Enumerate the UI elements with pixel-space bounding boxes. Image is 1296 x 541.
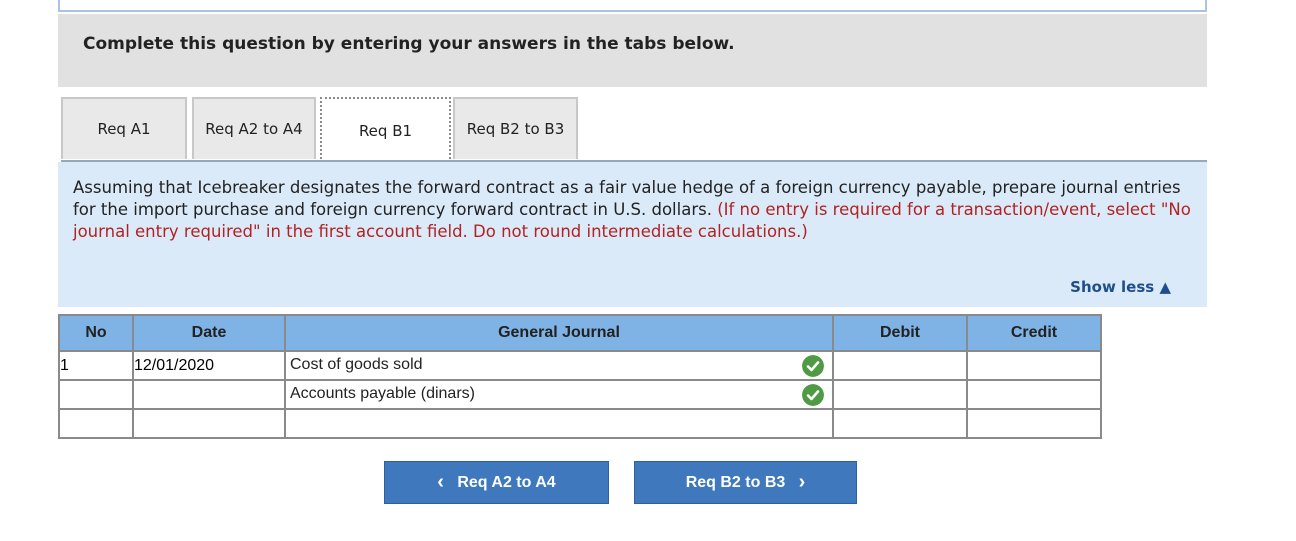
header-general-journal: General Journal [284, 314, 834, 352]
header-no: No [58, 314, 134, 352]
checkmark-icon [802, 355, 824, 377]
next-button-label: Req B2 to B3 [685, 473, 786, 491]
tab-req-a2-to-a4[interactable]: Req A2 to A4 [192, 97, 316, 159]
account-value: Cost of goods sold [290, 356, 423, 373]
general-journal-table: No Date General Journal Debit Credit 1 1… [58, 314, 1102, 439]
credit-input[interactable] [966, 379, 1102, 410]
chevron-right-icon: › [798, 471, 806, 493]
show-less-label: Show less [1070, 278, 1155, 296]
row-number [58, 408, 134, 439]
header-date: Date [132, 314, 286, 352]
show-less-link[interactable]: Show less ▲ [1070, 278, 1171, 296]
checkmark-icon [802, 384, 824, 406]
table-row: 1 12/01/2020 Cost of goods sold [58, 350, 1102, 381]
credit-input[interactable] [966, 350, 1102, 381]
account-select[interactable]: Accounts payable (dinars) [284, 379, 834, 410]
top-panel-edge [58, 0, 1207, 12]
header-credit: Credit [966, 314, 1102, 352]
table-row [58, 408, 1102, 439]
row-number [58, 379, 134, 410]
tab-req-b1[interactable]: Req B1 [320, 97, 451, 163]
date-select[interactable] [132, 408, 286, 439]
date-select[interactable]: 12/01/2020 [132, 350, 286, 381]
account-select[interactable]: Cost of goods sold [284, 350, 834, 381]
tab-req-a1[interactable]: Req A1 [61, 97, 187, 159]
credit-input[interactable] [966, 408, 1102, 439]
table-row: Accounts payable (dinars) [58, 379, 1102, 410]
debit-input[interactable] [832, 379, 968, 410]
question-panel: Assuming that Icebreaker designates the … [58, 162, 1207, 307]
chevron-left-icon: ‹ [437, 471, 444, 493]
debit-input[interactable] [832, 350, 968, 381]
prev-button-label: Req A2 to A4 [457, 473, 556, 491]
debit-input[interactable] [832, 408, 968, 439]
question-text: Assuming that Icebreaker designates the … [73, 177, 1198, 243]
account-value: Accounts payable (dinars) [290, 385, 475, 402]
header-debit: Debit [832, 314, 968, 352]
next-button[interactable]: Req B2 to B3 › [634, 461, 857, 504]
instruction-banner: Complete this question by entering your … [58, 14, 1207, 87]
triangle-up-icon: ▲ [1159, 278, 1171, 296]
tab-req-b2-to-b3[interactable]: Req B2 to B3 [453, 97, 578, 159]
account-select[interactable] [284, 408, 834, 439]
instruction-text: Complete this question by entering your … [83, 34, 735, 54]
row-number: 1 [58, 350, 134, 381]
prev-button[interactable]: ‹ Req A2 to A4 [384, 461, 609, 504]
date-select[interactable] [132, 379, 286, 410]
